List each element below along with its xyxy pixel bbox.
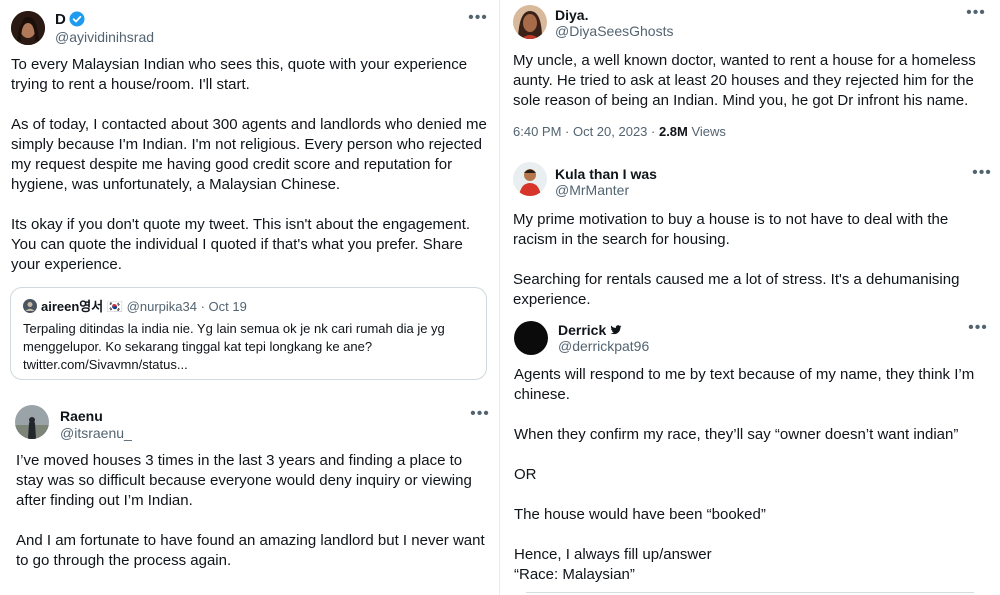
- tweet-text: Agents will respond to me by text becaus…: [514, 365, 984, 585]
- twitter-bird-icon: [610, 325, 622, 335]
- quoted-tweet-header: aireen영서 🇰🇷 @nurpika34 · Oct 19: [23, 298, 247, 316]
- quoted-avatar-icon: [23, 299, 37, 313]
- tweet-paragraph: And I am fortunate to have found an amaz…: [16, 532, 485, 569]
- author-handle[interactable]: @ayividinihsrad: [55, 28, 154, 46]
- flag-icon: 🇰🇷: [106, 299, 124, 314]
- tweet-paragraph: To every Malaysian Indian who sees this,…: [11, 56, 468, 93]
- avatar-photo-icon: [513, 5, 547, 39]
- tweet-paragraph: I’ve moved houses 3 times in the last 3 …: [16, 452, 472, 509]
- tweet-card-raenu[interactable]: Raenu @itsraenu_ ••• I’ve moved houses 3…: [0, 393, 498, 575]
- more-options-icon[interactable]: •••: [468, 10, 488, 26]
- column-divider: [499, 0, 500, 595]
- tweet-paragraph: Agents will respond to me by text becaus…: [514, 366, 975, 403]
- author-handle[interactable]: @itsraenu_: [60, 424, 132, 442]
- author-name-text[interactable]: D: [55, 11, 66, 28]
- tweet-timestamp[interactable]: 6:40 PM · Oct 20, 2023 · 2.8M Views: [513, 123, 726, 141]
- author-name[interactable]: Raenu: [60, 407, 103, 425]
- avatar[interactable]: [11, 11, 45, 45]
- views-count: 2.8M: [658, 124, 688, 139]
- author-handle[interactable]: @DiyaSeesGhosts: [555, 22, 673, 40]
- quoted-author-handle[interactable]: @nurpika34: [127, 299, 197, 314]
- tweet-paragraph: My prime motivation to buy a house is to…: [513, 211, 949, 248]
- tweet-text: To every Malaysian Indian who sees this,…: [11, 55, 489, 275]
- quoted-tweet[interactable]: aireen영서 🇰🇷 @nurpika34 · Oct 19 Terpalin…: [10, 287, 487, 380]
- avatar-photo-icon: [514, 321, 548, 355]
- views-label: Views: [687, 124, 726, 139]
- tweet-paragraph: The house would have been “booked”: [514, 506, 766, 523]
- tweet-card-diya[interactable]: Diya. @DiyaSeesGhosts ••• My uncle, a we…: [502, 0, 998, 150]
- author-name-text[interactable]: Derrick: [558, 322, 606, 338]
- row-divider: [526, 592, 974, 593]
- tweet-paragraph: My uncle, a well known doctor, wanted to…: [513, 52, 976, 109]
- tweet-paragraph: Hence, I always fill up/answer: [514, 546, 712, 563]
- tweet-text: I’ve moved houses 3 times in the last 3 …: [16, 451, 492, 571]
- avatar[interactable]: [514, 321, 548, 355]
- quoted-author-name[interactable]: aireen영서: [41, 299, 103, 314]
- tweet-paragraph: Its okay if you don't quote my tweet. Th…: [11, 216, 471, 273]
- quoted-date: · Oct 19: [200, 299, 247, 314]
- tweet-text: My uncle, a well known doctor, wanted to…: [513, 51, 991, 111]
- more-options-icon[interactable]: •••: [968, 320, 988, 336]
- more-options-icon[interactable]: •••: [966, 5, 986, 21]
- avatar[interactable]: [513, 162, 547, 196]
- tweet-card-kula[interactable]: Kula than I was @MrManter ••• My prime m…: [502, 155, 998, 315]
- more-options-icon[interactable]: •••: [972, 165, 992, 181]
- tweet-paragraph: Searching for rentals caused me a lot of…: [513, 271, 960, 308]
- tweet-time[interactable]: 6:40 PM · Oct 20, 2023 ·: [513, 124, 659, 139]
- tweet-card-derrick[interactable]: Derrick @derrickpat96 ••• Agents will re…: [506, 315, 996, 595]
- quoted-tweet-text: Terpaling ditindas la india nie. Yg lain…: [23, 321, 445, 372]
- avatar-photo-icon: [15, 405, 49, 439]
- avatar-photo-icon: [11, 11, 45, 45]
- tweet-paragraph: OR: [514, 466, 537, 483]
- avatar[interactable]: [513, 5, 547, 39]
- tweet-text: My prime motivation to buy a house is to…: [513, 210, 993, 310]
- author-name[interactable]: D: [55, 11, 85, 29]
- tweet-paragraph: “Race: Malaysian”: [514, 566, 635, 583]
- avatar[interactable]: [15, 405, 49, 439]
- tweet-card-d[interactable]: D @ayividinihsrad ••• To every Malaysian…: [0, 0, 498, 390]
- author-handle[interactable]: @derrickpat96: [558, 337, 649, 355]
- author-handle[interactable]: @MrManter: [555, 181, 629, 199]
- verified-badge-icon: [69, 11, 85, 27]
- avatar-photo-icon: [513, 162, 547, 196]
- more-options-icon[interactable]: •••: [470, 406, 490, 422]
- tweet-paragraph: When they confirm my race, they’ll say “…: [514, 426, 959, 443]
- tweet-paragraph: As of today, I contacted about 300 agent…: [11, 116, 487, 193]
